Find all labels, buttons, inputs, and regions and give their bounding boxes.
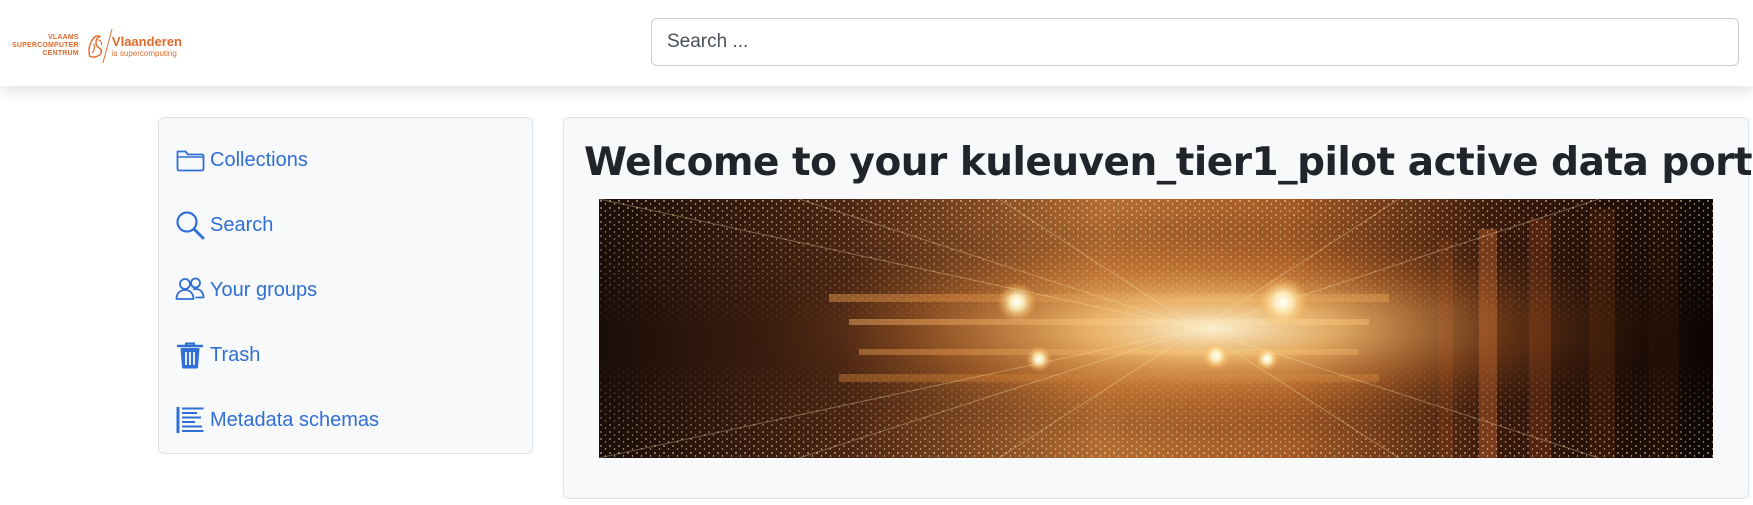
lion-emblem-icon xyxy=(88,35,102,58)
search-input[interactable] xyxy=(651,18,1739,66)
search-icon xyxy=(176,211,205,240)
sidebar-item-collections[interactable]: Collections xyxy=(175,140,308,180)
sidebar-item-label: Your groups xyxy=(210,278,318,301)
sidebar-item-groups[interactable]: Your groups xyxy=(175,270,317,310)
sidebar-item-label: Collections xyxy=(210,148,308,171)
vlaanderen-wordmark: Vlaanderen is supercomputing xyxy=(111,33,182,58)
sidebar-item-label: Trash xyxy=(210,343,261,366)
folder-icon xyxy=(176,150,205,172)
trash-icon xyxy=(176,342,204,369)
main-content-card: Welcome to your kuleuven_tier1_pilot act… xyxy=(563,117,1753,499)
sidebar-item-metadata-schemas[interactable]: Metadata schemas xyxy=(175,400,379,440)
vsc-logo[interactable]: VLAAMS SUPERCOMPUTER CENTRUM Vlaanderen … xyxy=(12,28,182,64)
sidebar-item-trash[interactable]: Trash xyxy=(175,335,260,375)
page-title: Welcome to your kuleuven_tier1_pilot act… xyxy=(584,140,1753,185)
sidebar-item-label: Search xyxy=(210,213,274,236)
people-icon xyxy=(175,277,205,300)
hero-illustration xyxy=(599,199,1713,458)
sidebar-nav: Collections Search Your groups Trash Met… xyxy=(158,117,533,454)
vsc-wordmark: VLAAMS SUPERCOMPUTER CENTRUM xyxy=(12,34,79,57)
sidebar-item-label: Metadata schemas xyxy=(210,408,379,431)
sidebar-item-search[interactable]: Search xyxy=(175,205,273,245)
top-navbar: VLAAMS SUPERCOMPUTER CENTRUM Vlaanderen … xyxy=(0,0,1753,86)
data-center-lights-image xyxy=(599,199,1713,458)
list-icon xyxy=(176,407,204,433)
